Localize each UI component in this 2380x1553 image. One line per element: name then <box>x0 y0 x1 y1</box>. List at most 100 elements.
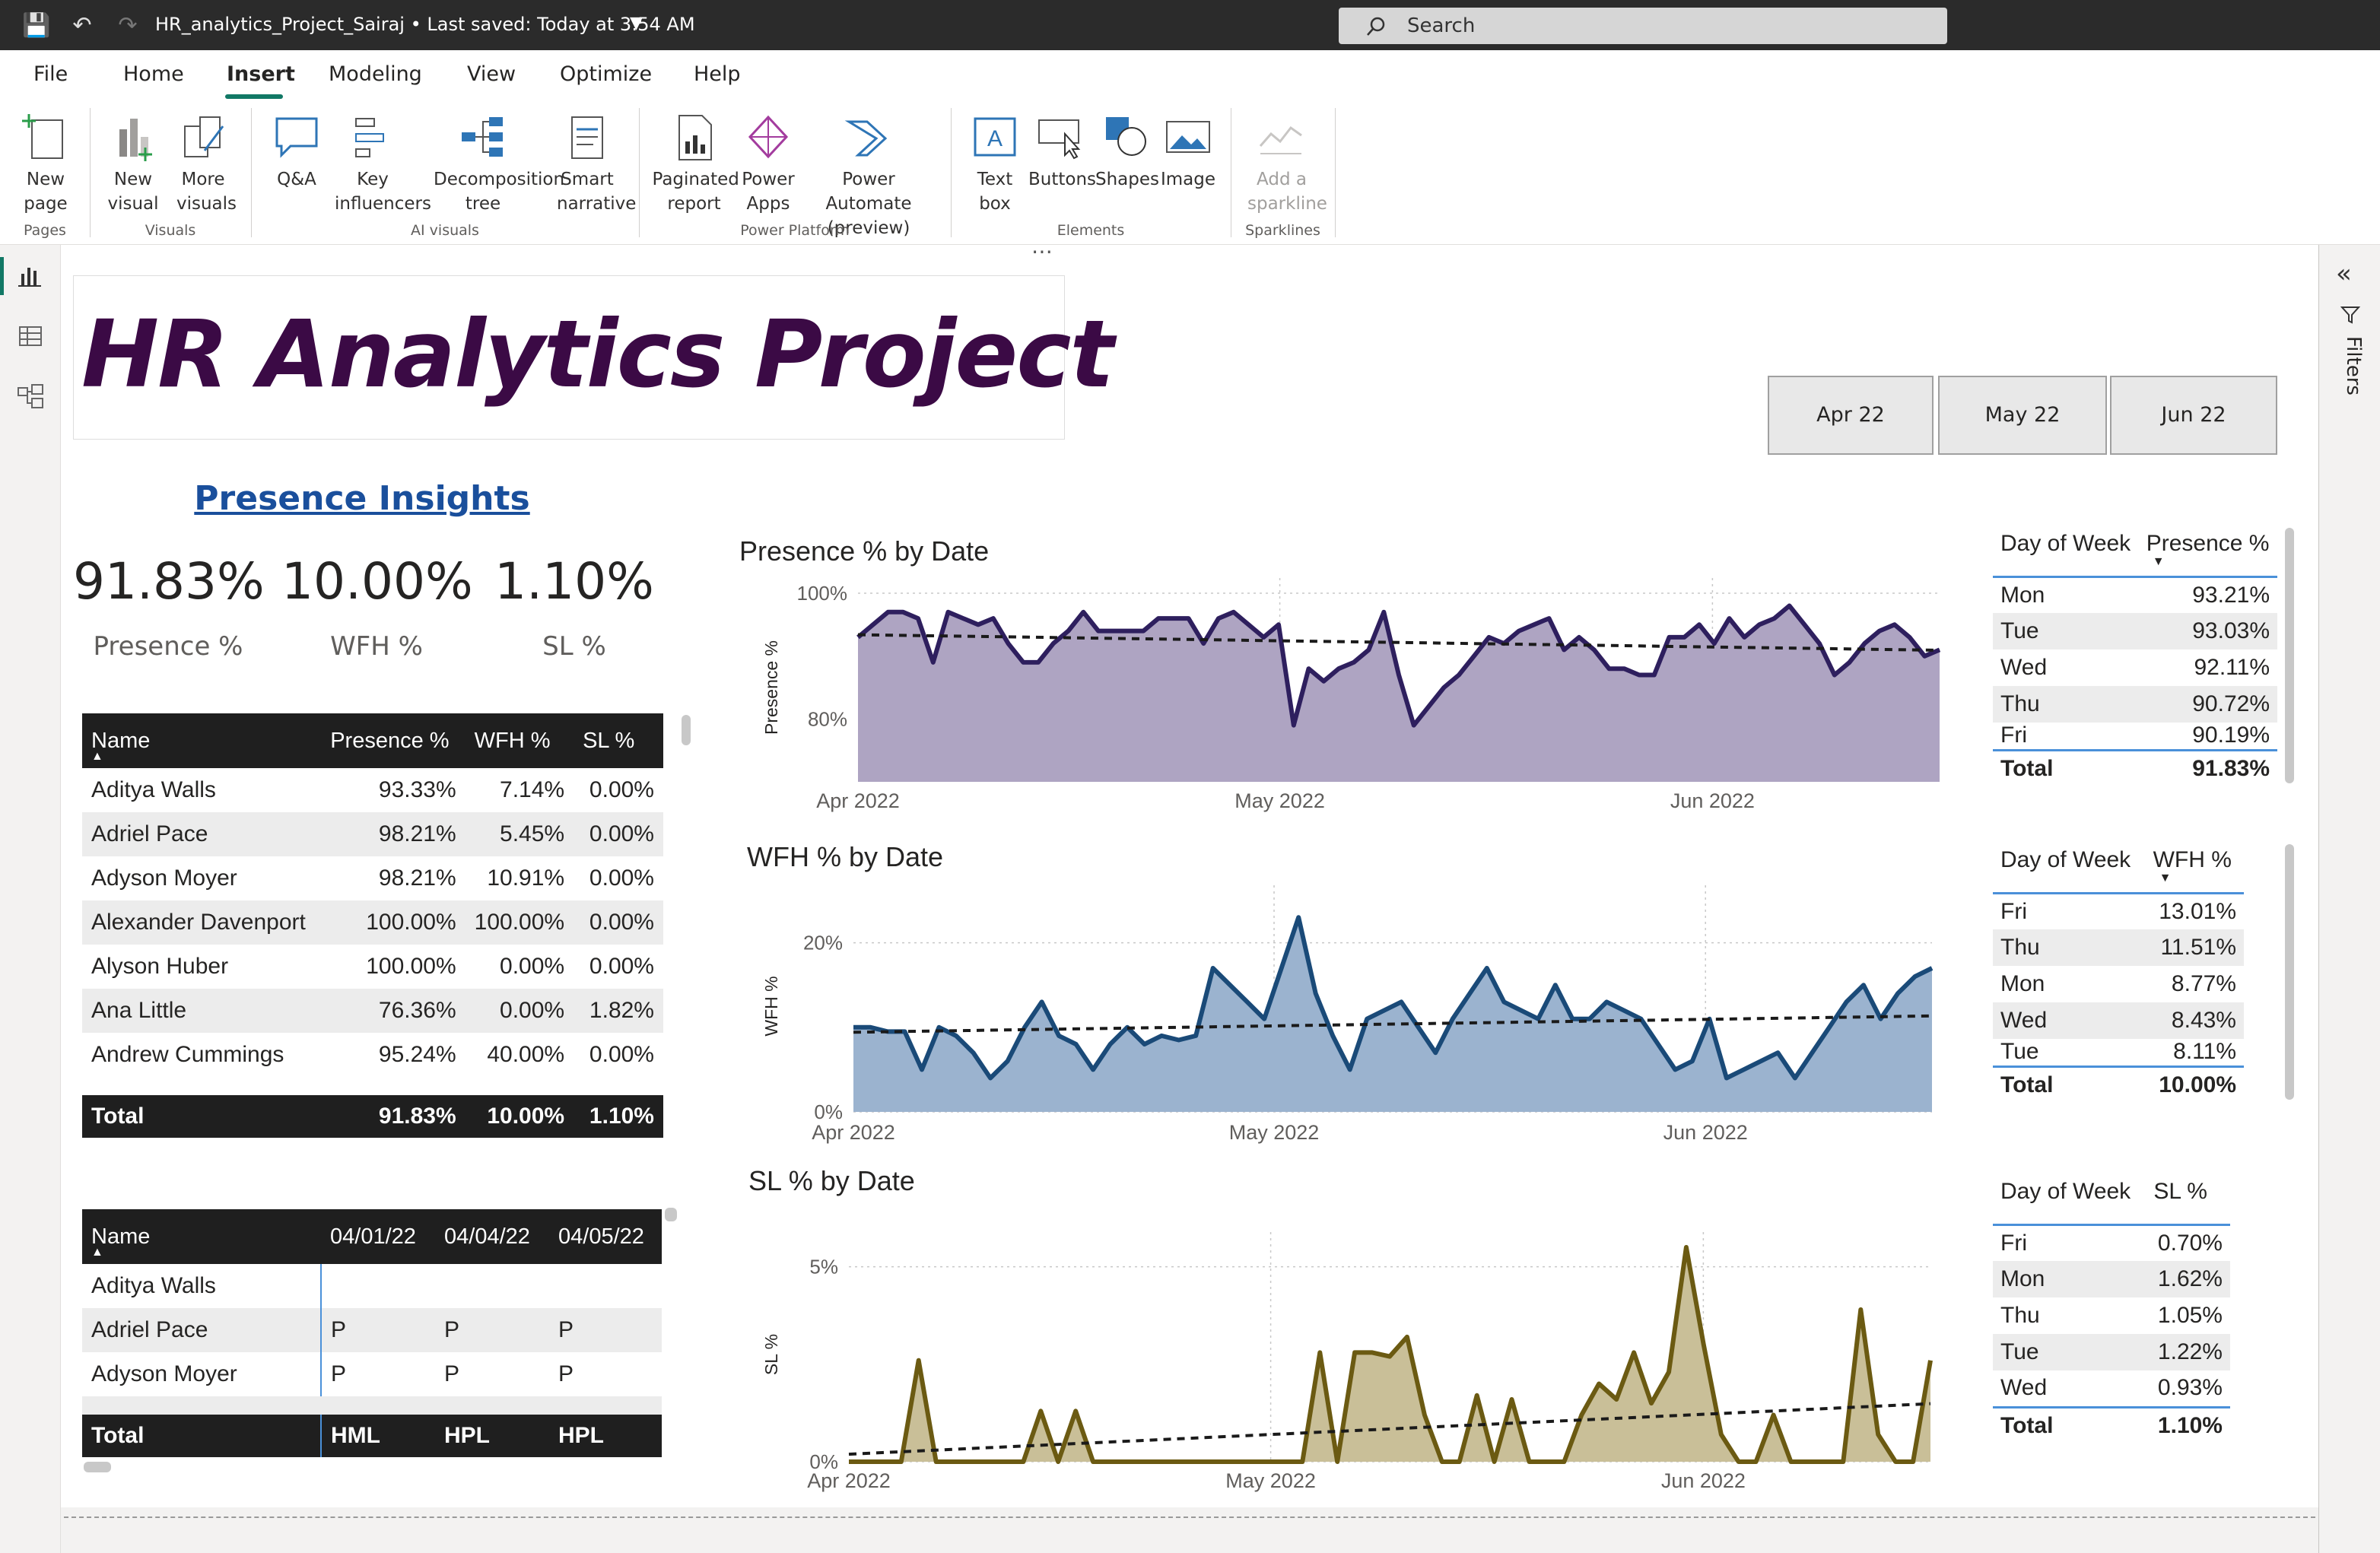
cell-name: Adyson Moyer <box>91 865 237 891</box>
chart-title-wfh: WFH % by Date <box>747 841 944 872</box>
matrix-header-name[interactable]: Name ▲ <box>82 1209 321 1264</box>
dow-row[interactable]: Wed 8.43% <box>1993 1002 2244 1039</box>
buttons-button[interactable]: Buttons <box>1028 111 1096 192</box>
menu-help[interactable]: Help <box>694 62 741 86</box>
dow-row[interactable]: Wed 92.11% <box>1993 649 2277 686</box>
presence-area-chart[interactable]: 80% 100% Apr 2022 May 2022 Jun 2022 Presence … <box>730 572 1947 823</box>
table-row[interactable]: Alexander Davenport 100.00% 100.00% 0.00% <box>82 900 663 945</box>
dow-row[interactable]: Thu 1.05% <box>1993 1297 2230 1334</box>
matrix-row[interactable]: Adriel Pace P P P <box>82 1308 662 1352</box>
redo-icon[interactable]: ↷ <box>113 11 143 41</box>
table-row[interactable]: Adyson Moyer 98.21% 10.91% 0.00% <box>82 856 663 900</box>
menu-view[interactable]: View <box>467 62 516 86</box>
table-view-icon[interactable] <box>15 321 46 351</box>
table-row[interactable]: Ana Little 76.36% 0.00% 1.82% <box>82 989 663 1033</box>
matrix-vertical-scrollbar[interactable] <box>665 1208 677 1221</box>
menu-optimize[interactable]: Optimize <box>560 62 652 86</box>
search-input[interactable]: Search <box>1339 8 1947 44</box>
dow-header-value[interactable]: WFH % ▼ <box>2145 844 2244 894</box>
dow-row[interactable]: Fri 90.19% <box>1993 723 2277 750</box>
menu-insert[interactable]: Insert <box>227 62 295 86</box>
new-page-icon <box>22 114 63 159</box>
table-row[interactable]: Andrew Cummings 95.24% 40.00% 0.00% <box>82 1033 663 1077</box>
dow-row[interactable]: Tue 93.03% <box>1993 613 2277 649</box>
more-visuals-button[interactable]: More visuals <box>169 111 237 216</box>
power-apps-button[interactable]: Power Apps <box>738 111 799 216</box>
dow-row[interactable]: Wed 0.93% <box>1993 1370 2230 1407</box>
column-header-name[interactable]: Name ▲ <box>82 713 322 768</box>
undo-icon[interactable]: ↶ <box>67 11 97 41</box>
model-view-icon[interactable] <box>15 382 46 412</box>
dow-row[interactable]: Thu 11.51% <box>1993 929 2244 966</box>
ribbon-separator <box>1335 108 1336 237</box>
matrix-header-date[interactable]: 04/05/22 <box>549 1209 662 1264</box>
group-pages: Pages <box>24 222 66 239</box>
menu-home[interactable]: Home <box>123 62 184 86</box>
column-header-sl[interactable]: SL % <box>574 713 663 768</box>
attendance-matrix: Name ▲ 04/01/22 04/04/22 04/05/22 Aditya … <box>82 1209 662 1457</box>
new-visual-button[interactable]: New visual <box>103 111 164 216</box>
dow-row[interactable]: Mon 93.21% <box>1993 576 2277 613</box>
dow-header-day[interactable]: Day of Week <box>1993 528 2139 578</box>
search-icon <box>1367 17 1385 36</box>
image-button[interactable]: Image <box>1159 111 1217 192</box>
dow-header-day[interactable]: Day of Week <box>1993 844 2146 894</box>
dow-row[interactable]: Mon 8.77% <box>1993 966 2244 1002</box>
more-options-icon[interactable]: ⋯ <box>1031 239 1053 264</box>
report-view-icon[interactable] <box>15 260 46 291</box>
dow-row[interactable]: Fri 13.01% <box>1993 893 2244 929</box>
dow-header-value[interactable]: SL % <box>2146 1176 2230 1226</box>
expand-pane-icon[interactable]: « <box>2336 259 2352 289</box>
power-automate-button[interactable]: Power Automate (preview) <box>800 111 937 240</box>
dow-row[interactable]: Fri 0.70% <box>1993 1224 2230 1261</box>
cell-sl: 0.00% <box>589 954 654 979</box>
text-box-button[interactable]: A Text box <box>964 111 1025 216</box>
dow-presence-scrollbar[interactable] <box>2285 528 2294 783</box>
column-header-wfh[interactable]: WFH % <box>465 713 574 768</box>
menu-file[interactable]: File <box>33 62 68 86</box>
dow-row[interactable]: Tue 1.22% <box>1993 1334 2230 1370</box>
document-title[interactable]: HR_analytics_Project_Sairaj • Last saved… <box>155 14 695 35</box>
new-page-label: New page <box>24 170 68 214</box>
paginated-report-button[interactable]: Paginated report <box>650 111 739 216</box>
insights-title: Presence Insights <box>194 479 530 518</box>
save-icon[interactable]: 💾 <box>21 11 52 41</box>
table-row[interactable]: Alyson Huber 100.00% 0.00% 0.00% <box>82 945 663 989</box>
decomposition-tree-button[interactable]: Decomposition tree <box>422 111 565 216</box>
menu-modeling[interactable]: Modeling <box>329 62 422 86</box>
slicer-may-22[interactable]: May 22 <box>1938 376 2107 455</box>
column-header-presence[interactable]: Presence % <box>321 713 466 768</box>
matrix-header-date[interactable]: 04/04/22 <box>435 1209 549 1264</box>
menu-bar: File Home Insert Modeling View Optimize … <box>0 50 2380 100</box>
decomposition-tree-label: Decomposition tree <box>434 170 565 214</box>
slicer-jun-22[interactable]: Jun 22 <box>2110 376 2277 455</box>
dow-row[interactable]: Tue 8.11% <box>1993 1039 2244 1066</box>
add-sparkline-button[interactable]: Add a sparkline <box>1240 111 1327 216</box>
shapes-button[interactable]: Shapes <box>1095 111 1159 192</box>
qa-button[interactable]: Q&A <box>266 111 327 192</box>
dow-wfh-scrollbar[interactable] <box>2285 844 2294 1100</box>
wfh-area-chart[interactable]: 0% 20% Apr 2022 May 2022 Jun 2022 WFH % <box>730 881 1947 1153</box>
matrix-header-date[interactable]: 04/01/22 <box>321 1209 435 1264</box>
table-row[interactable]: Aditya Walls 93.33% 7.14% 0.00% <box>82 768 663 812</box>
table-row[interactable]: Adriel Pace 98.21% 5.45% 0.00% <box>82 812 663 856</box>
chevron-down-icon[interactable]: ▼ <box>630 14 643 33</box>
employee-table-scrollbar[interactable] <box>682 715 691 745</box>
sl-area-chart[interactable]: 0%5%Apr 2022 May 2022 Jun 2022SL % <box>730 1232 1947 1498</box>
matrix-row[interactable]: Aditya Walls <box>82 1264 662 1308</box>
smart-narrative-button[interactable]: Smart narrative <box>549 111 636 216</box>
key-influencers-button[interactable]: Key influencers <box>327 111 431 216</box>
group-sparklines: Sparklines <box>1245 222 1320 239</box>
dow-row[interactable]: Mon 1.62% <box>1993 1261 2230 1297</box>
dow-header-value[interactable]: Presence % ▼ <box>2138 528 2277 578</box>
matrix-row[interactable]: Adyson Moyer P P P <box>82 1352 662 1396</box>
dow-row[interactable]: Thu 90.72% <box>1993 686 2277 723</box>
title-card[interactable]: HR Analytics Project <box>73 275 1114 440</box>
matrix-horizontal-scrollbar[interactable] <box>84 1462 111 1472</box>
matrix-total-row: Total HML HPL HPL <box>82 1415 662 1457</box>
dow-day: Tue <box>1993 1334 2146 1370</box>
new-page-button[interactable]: New page <box>8 111 84 216</box>
slicer-apr-22[interactable]: Apr 22 <box>1768 376 1934 455</box>
filters-pane-collapsed[interactable]: « Filters <box>2318 245 2380 1553</box>
dow-header-day[interactable]: Day of Week <box>1993 1176 2146 1226</box>
